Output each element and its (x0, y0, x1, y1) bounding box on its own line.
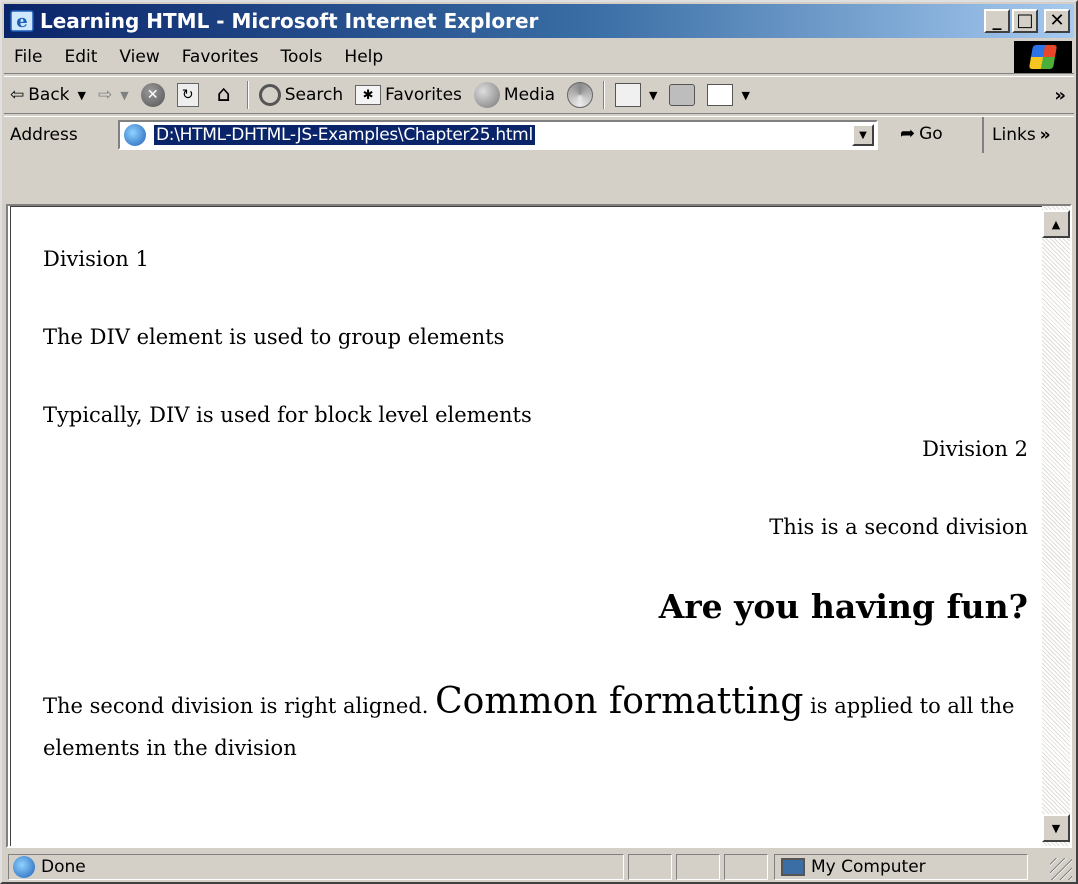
status-text: Done (41, 857, 86, 877)
links-more-chevron[interactable]: » (1040, 125, 1051, 145)
stop-icon: ✕ (140, 83, 165, 107)
title-bar: e Learning HTML - Microsoft Internet Exp… (4, 4, 1074, 38)
menu-bar: File Edit View Favorites Tools Help (4, 40, 1074, 74)
resize-grip[interactable] (1050, 858, 1072, 880)
mail-icon (614, 83, 641, 107)
ie-icon: e (10, 9, 34, 33)
history-icon (566, 82, 593, 108)
minimize-button[interactable]: _ (984, 9, 1010, 33)
links-button[interactable]: Links » (982, 117, 1074, 153)
close-button[interactable]: ✕ (1044, 9, 1070, 33)
paragraph-big-text: Common formatting (435, 681, 804, 722)
window-controls: _ □ ✕ (984, 9, 1070, 33)
home-icon: ⌂ (216, 82, 231, 107)
back-button[interactable]: ⇦ Back ▼ (4, 85, 92, 105)
scroll-up-button[interactable]: ▲ (1042, 210, 1070, 238)
windows-logo-throbber (1014, 41, 1072, 73)
menu-file[interactable]: File (4, 47, 53, 67)
history-button[interactable] (561, 82, 599, 108)
search-icon (258, 84, 281, 106)
forward-dropdown-icon[interactable]: ▼ (120, 89, 128, 102)
status-cell (676, 854, 720, 880)
standard-toolbar: ⇦ Back ▼ ⇨ ▼ ✕ ↻ ⌂ Search ✱ Favorites Me… (4, 76, 1074, 114)
division1-title: Division 1 (43, 247, 149, 271)
toolbar-separator (246, 81, 249, 109)
address-input[interactable]: D:\HTML-DHTML-JS-Examples\Chapter25.html… (118, 120, 878, 150)
search-label: Search (284, 85, 344, 105)
division1-line2: The DIV element is used to group element… (43, 325, 505, 349)
edit-button[interactable]: ▼ (701, 84, 755, 106)
edit-dropdown-icon[interactable]: ▼ (741, 89, 749, 102)
links-label: Links (992, 125, 1036, 145)
scroll-down-button[interactable]: ▼ (1042, 814, 1070, 842)
windows-logo-icon (1028, 45, 1058, 69)
zone-label: My Computer (811, 857, 926, 877)
back-arrow-icon: ⇦ (10, 85, 25, 105)
formatting-paragraph: The second division is right aligned. Co… (43, 681, 1033, 769)
page-done-icon (13, 856, 35, 878)
refresh-button[interactable]: ↻ (171, 83, 205, 107)
media-label: Media (503, 85, 555, 105)
page-content: Division 1 The DIV element is used to gr… (10, 206, 1044, 846)
print-icon (669, 84, 696, 106)
toolbar-more-chevron[interactable]: » (1054, 85, 1066, 106)
address-bar: Address D:\HTML-DHTML-JS-Examples\Chapte… (4, 116, 1074, 153)
refresh-icon: ↻ (176, 83, 199, 107)
mail-button[interactable]: ▼ (609, 83, 663, 107)
maximize-button[interactable]: □ (1012, 9, 1038, 33)
address-url[interactable]: D:\HTML-DHTML-JS-Examples\Chapter25.html (154, 125, 535, 145)
edit-icon (707, 84, 734, 106)
browser-window: e Learning HTML - Microsoft Internet Exp… (0, 0, 1078, 884)
status-cell (628, 854, 672, 880)
home-button[interactable]: ⌂ (205, 83, 243, 107)
print-button[interactable] (663, 84, 701, 106)
my-computer-icon (781, 858, 805, 876)
division1-line3: Typically, DIV is used for block level e… (43, 403, 532, 427)
mail-dropdown-icon[interactable]: ▼ (649, 89, 657, 102)
favorites-label: Favorites (385, 85, 462, 105)
svg-text:e: e (16, 11, 27, 32)
division2-title: Division 2 (922, 437, 1028, 461)
toolbar-separator (602, 81, 605, 109)
page-viewport: Division 1 The DIV element is used to gr… (6, 204, 1072, 848)
menu-view[interactable]: View (108, 47, 170, 67)
go-arrow-icon: ➦ (900, 123, 916, 144)
stop-button[interactable]: ✕ (135, 83, 171, 107)
search-button[interactable]: Search (253, 84, 349, 106)
favorites-button[interactable]: ✱ Favorites (349, 85, 468, 105)
menu-tools[interactable]: Tools (270, 47, 334, 67)
go-label: Go (919, 123, 943, 144)
back-label: Back (28, 85, 70, 105)
favorites-icon: ✱ (355, 85, 382, 105)
status-bar: Done My Computer (4, 852, 1074, 882)
fun-heading: Are you having fun? (658, 587, 1028, 626)
media-button[interactable]: Media (468, 82, 561, 108)
menu-help[interactable]: Help (333, 47, 394, 67)
security-zone: My Computer (774, 854, 1028, 880)
paragraph-text-1: The second division is right aligned. (43, 694, 429, 718)
forward-arrow-icon: ⇨ (98, 85, 113, 105)
status-cell (724, 854, 768, 880)
window-title: Learning HTML - Microsoft Internet Explo… (40, 9, 539, 33)
back-dropdown-icon[interactable]: ▼ (78, 89, 86, 102)
vertical-scrollbar[interactable]: ▲ ▼ (1042, 206, 1070, 846)
menu-edit[interactable]: Edit (53, 47, 108, 67)
status-text-panel: Done (8, 854, 624, 880)
page-icon (124, 124, 146, 146)
forward-button[interactable]: ⇨ ▼ (92, 85, 135, 105)
address-dropdown-icon[interactable]: ▼ (852, 124, 874, 146)
division2-line2: This is a second division (769, 515, 1028, 539)
menu-favorites[interactable]: Favorites (171, 47, 270, 67)
go-button[interactable]: ➦ Go (900, 123, 943, 144)
address-label: Address (10, 124, 78, 145)
media-icon (473, 82, 500, 108)
